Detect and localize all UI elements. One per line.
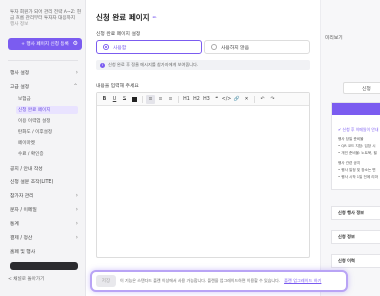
sidebar: 투자 회원가 되어 관리 전략 A~Z: 현금 흐름 관리부터 투자자 대응까지…: [0, 0, 86, 296]
sidebar-sub-item[interactable]: 보험금: [16, 95, 78, 103]
chevron-right-icon: ›: [75, 68, 78, 76]
align-right-button[interactable]: ≡: [166, 95, 175, 104]
divider: [142, 95, 143, 103]
preview-header-bar: [332, 103, 380, 115]
sidebar-sub-item[interactable]: 이용 이력업 설정: [16, 117, 78, 125]
sidebar-sub-item[interactable]: 페이마켓: [16, 139, 78, 147]
upgrade-plan-link[interactable]: 플랜 업그레이드 하기: [284, 278, 321, 284]
code-button[interactable]: </>: [222, 95, 232, 104]
heading1-button[interactable]: H1: [182, 95, 191, 104]
preview-title: 미리보기: [325, 36, 343, 41]
editor-label: 내용을 입력해 주세요: [96, 84, 139, 89]
preview-line: • 개인 준비물: 노트북, 필: [338, 151, 377, 155]
bold-button[interactable]: B: [100, 95, 109, 104]
heading2-button[interactable]: H2: [192, 95, 201, 104]
completion-settings-label: 신청 완료 페이지 설정: [96, 32, 141, 37]
chevron-up-icon: ⌃: [72, 82, 78, 90]
preview-card: ✔ 신청 후 이메일이 안내 행사 당일 준비물 • QR 코드 지참: 입장 …: [331, 102, 380, 190]
color-swatch-icon: [132, 96, 137, 102]
preview-section-event-info: 신청 행사 정보: [331, 206, 380, 220]
divider: [178, 95, 179, 103]
chevron-right-icon: ›: [75, 233, 78, 241]
upgrade-notice-bar: 저장 이 기능은 스탠다드 플랜 이상에서 사용 가능합니다. 플랜을 업그레이…: [90, 270, 348, 292]
save-button[interactable]: 저장: [96, 275, 116, 287]
option-not-use[interactable]: 사용하지 않음: [204, 40, 310, 54]
sidebar-sub-item[interactable]: 탄화도 / 이후설정: [16, 128, 78, 136]
sidebar-item-statistics[interactable]: 통계 ›: [10, 219, 78, 227]
clear-format-button[interactable]: ✕: [242, 95, 251, 104]
preview-line: 행사 관련 공지: [338, 161, 361, 165]
align-left-button[interactable]: ≡: [146, 94, 155, 104]
main-content: 신청 완료 페이지 ✏ 신청 완료 페이지 설정 사용함 사용하지 않음 i 신…: [86, 0, 320, 296]
radio-icon[interactable]: [211, 44, 217, 50]
text-color-button[interactable]: [130, 95, 139, 104]
sidebar-item-notice[interactable]: 공지 / 안내 작성: [10, 164, 78, 172]
preview-line: • 행사 시작 1일 전에 리마: [338, 175, 378, 179]
info-hint: i 신청 완료 후 정율 메시지를 참가자에게 보여줍니다.: [96, 60, 310, 70]
upgrade-message: 이 기능은 스탠다드 플랜 이상에서 사용 가능합니다. 플랜을 업그레이드하면…: [120, 278, 281, 283]
chevron-right-icon: ›: [75, 205, 78, 213]
preview-section-application-info: 신청 정보: [331, 230, 380, 244]
heading3-button[interactable]: H3: [202, 95, 211, 104]
gear-icon[interactable]: ⚙: [73, 40, 78, 47]
link-button[interactable]: 🔗: [232, 95, 241, 104]
strikethrough-button[interactable]: S: [120, 95, 129, 104]
preview-section-history: 신청 이력: [331, 254, 380, 268]
sidebar-item-payments[interactable]: 결제 / 정산 ›: [10, 233, 78, 241]
underline-button[interactable]: U: [110, 95, 119, 104]
sidebar-item-event-settings[interactable]: 행사 설정 ›: [10, 68, 78, 76]
edit-icon[interactable]: ✏: [153, 15, 157, 21]
preview-line: 행사 당일 준비물: [338, 137, 364, 141]
back-to-channel-link[interactable]: < 채널로 돌아가기: [8, 276, 44, 282]
chevron-right-icon: ›: [75, 191, 78, 199]
promo-banner[interactable]: [10, 262, 78, 270]
sidebar-sub-item[interactable]: 수료 / 확인증: [16, 150, 78, 158]
sidebar-item-participants[interactable]: 참가자 관리 ›: [10, 191, 78, 199]
redo-button[interactable]: ↷: [268, 95, 277, 104]
event-description: 투자 회원가 되어 관리 전략 A~Z: 현금 흐름 관리부터 투자자 대응까지…: [10, 10, 82, 27]
preview-line: • 행사 일정 및 장소는 변: [338, 168, 376, 172]
sidebar-item-messages[interactable]: 문자 / 이메일 ›: [10, 205, 78, 213]
divider: [254, 95, 255, 103]
rich-text-editor[interactable]: B U S ≡ ≡ ≡ H1 H2 H3 ❝ </> 🔗 ✕ ↶ ↷: [96, 92, 310, 258]
info-icon: i: [100, 62, 105, 68]
quote-button[interactable]: ❝: [212, 95, 221, 104]
page-title: 신청 완료 페이지 ✏: [96, 13, 157, 22]
chevron-right-icon: ›: [75, 219, 78, 227]
align-center-button[interactable]: ≡: [156, 95, 165, 104]
preview-panel: 미리보기 신청 ✔ 신청 후 이메일이 안내 행사 당일 준비물 • QR 코드…: [320, 0, 380, 296]
sidebar-sub-item-completion-page[interactable]: 신청 완료 페이지: [16, 106, 78, 114]
register-event-page-button[interactable]: + 행사 페이지 신청 등록 ⚙: [8, 38, 82, 50]
preview-apply-button[interactable]: 신청: [343, 82, 380, 94]
editor-toolbar: B U S ≡ ≡ ≡ H1 H2 H3 ❝ </> 🔗 ✕ ↶ ↷: [97, 93, 309, 106]
radio-selected-icon[interactable]: [103, 44, 109, 50]
sidebar-item-advanced-settings[interactable]: 고급 설정 ⌃: [10, 82, 78, 90]
preview-heading: ✔ 신청 후 이메일이 안내: [338, 127, 379, 132]
sidebar-item-survey[interactable]: 신청 설문 조작(LITE): [10, 177, 78, 185]
option-use[interactable]: 사용함: [96, 40, 202, 54]
sidebar-item-homepage[interactable]: 홈페 및 행사: [10, 247, 78, 255]
undo-button[interactable]: ↶: [258, 95, 267, 104]
preview-line: • QR 코드 지참: 입장 시: [338, 144, 376, 148]
divider: [8, 60, 78, 61]
